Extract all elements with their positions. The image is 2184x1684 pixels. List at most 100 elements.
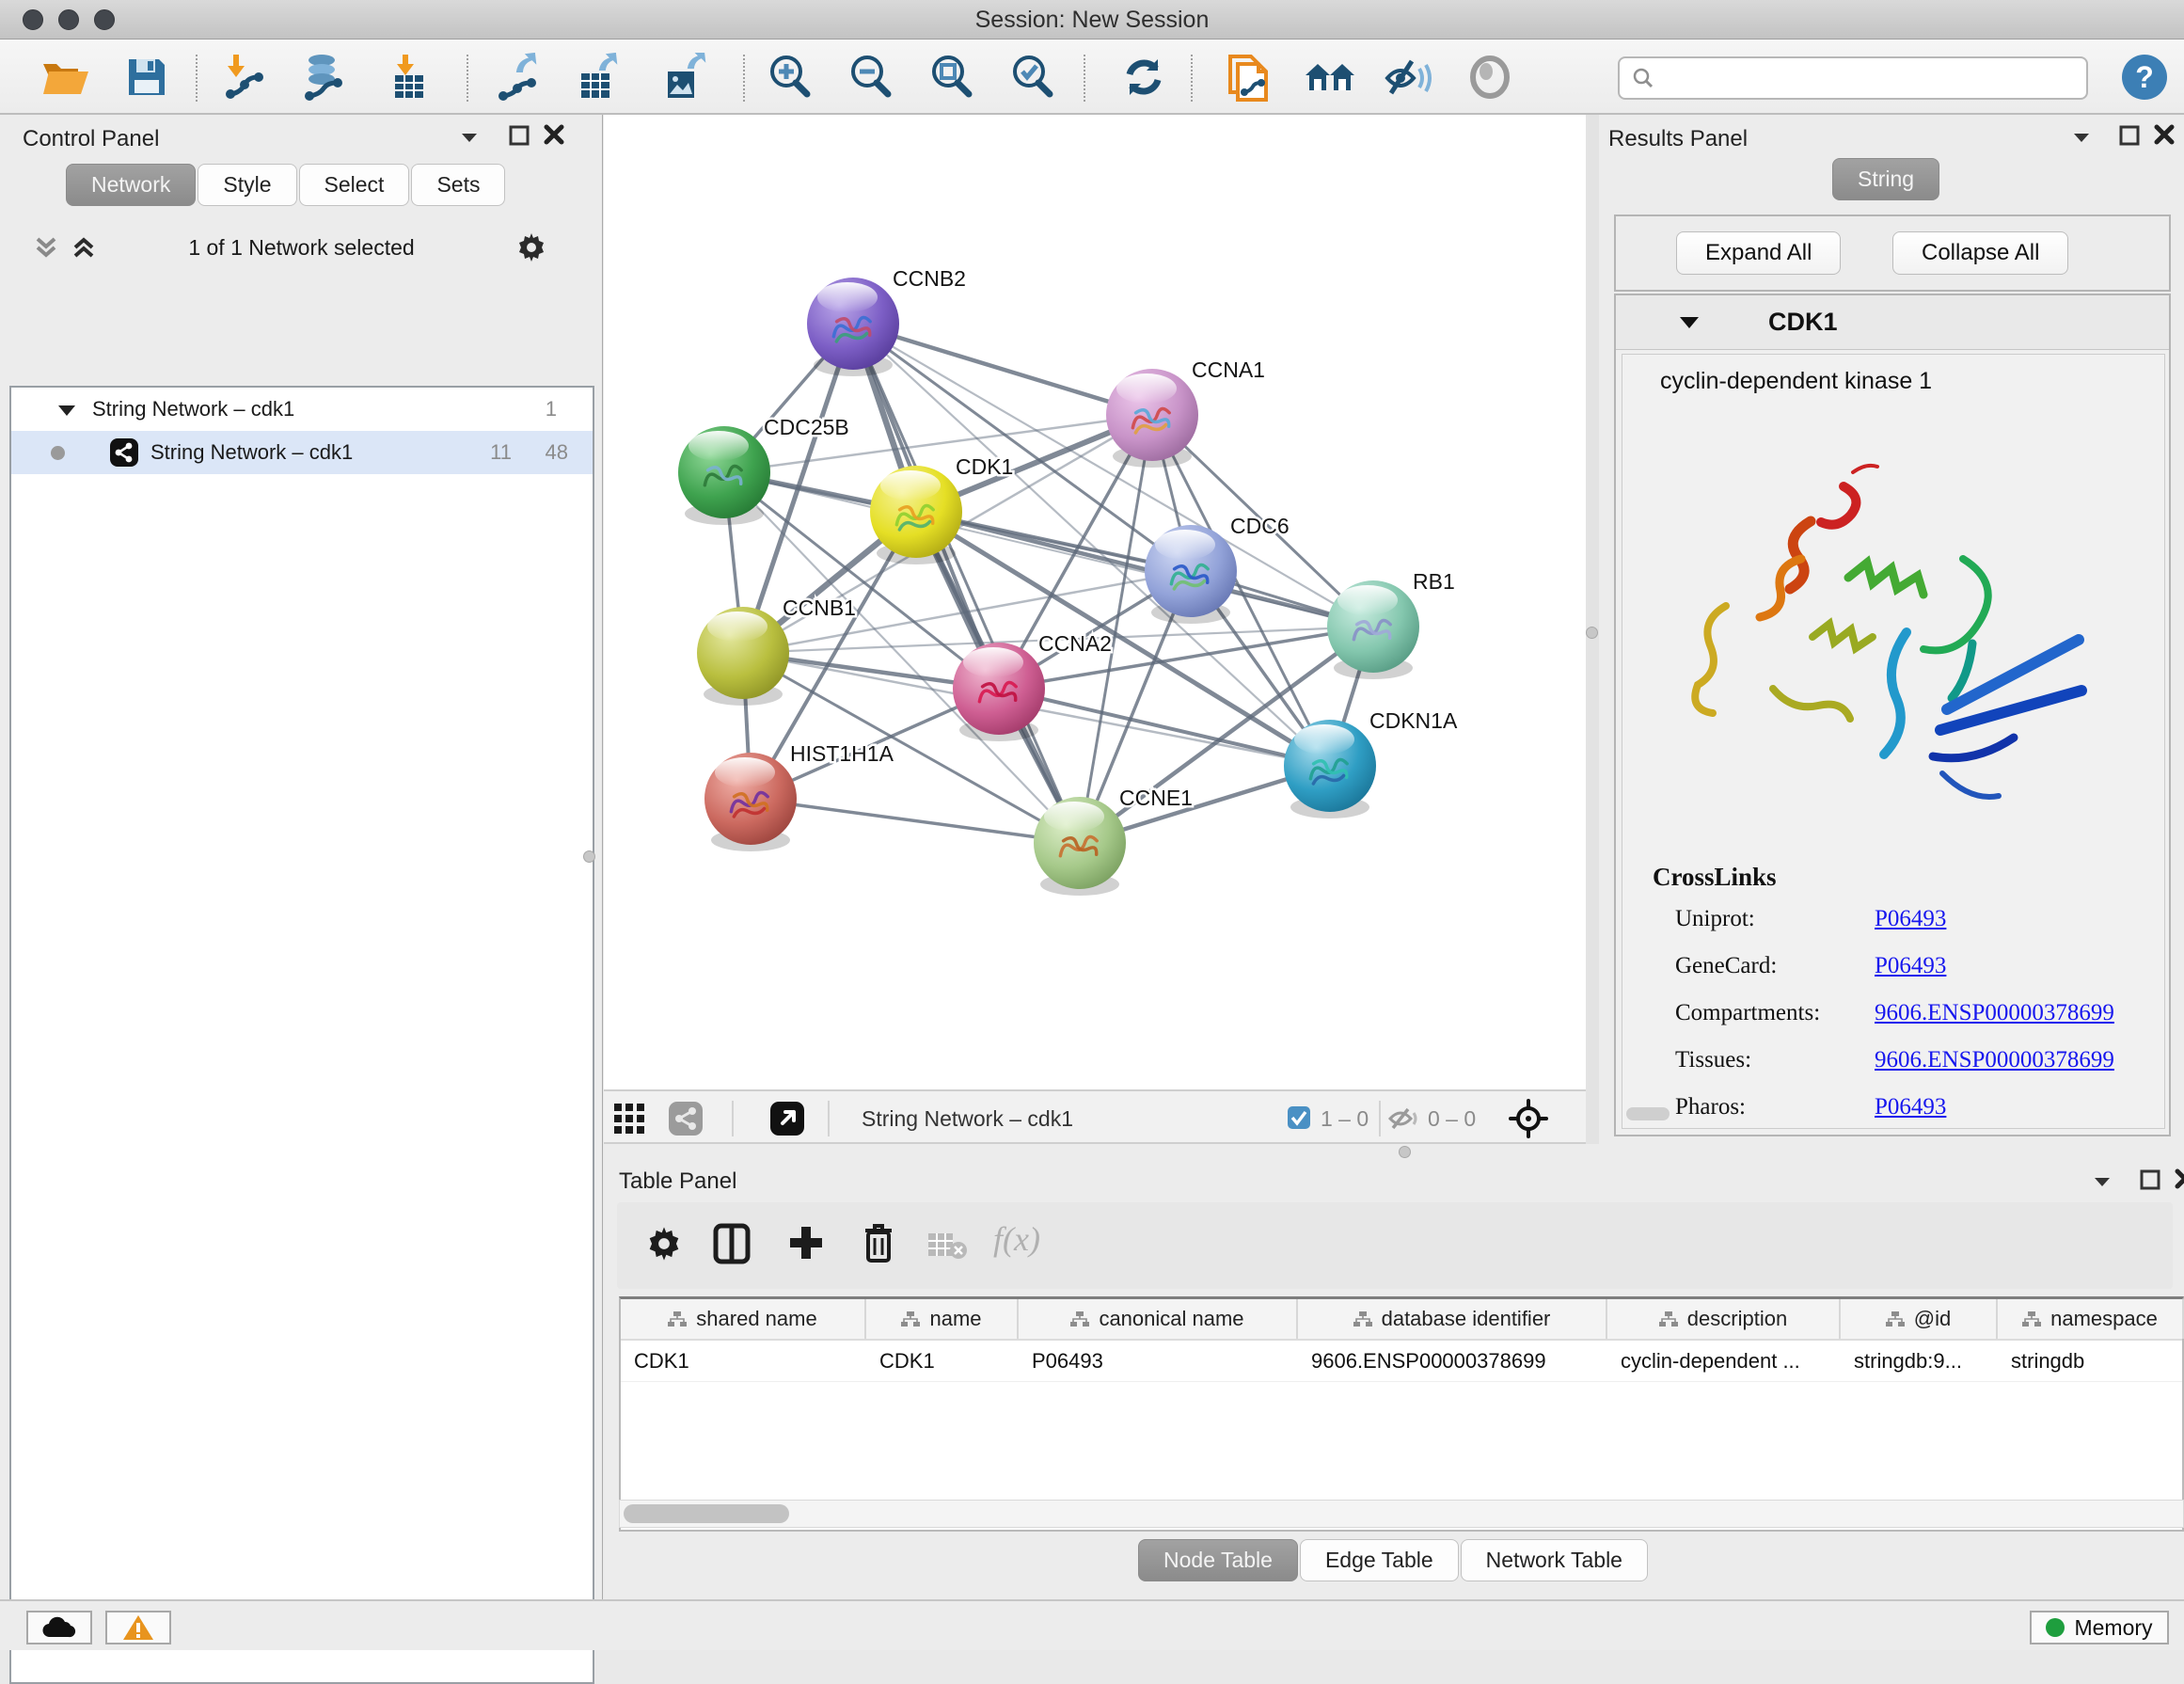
edge-CCNB2-CCNA1[interactable] [853, 324, 1152, 415]
open-session-icon[interactable] [40, 51, 92, 103]
memory-button[interactable]: Memory [2030, 1611, 2169, 1644]
control-panel-menu-icon[interactable] [457, 124, 482, 149]
home-networks-icon[interactable] [1304, 51, 1356, 103]
tab-style[interactable]: Style [198, 164, 296, 206]
network-row-selected[interactable]: String Network – cdk1 11 48 [11, 431, 593, 474]
table-row[interactable]: CDK1CDK1P064939606.ENSP00000378699cyclin… [621, 1341, 2182, 1382]
zoom-in-icon[interactable] [764, 51, 816, 103]
help-icon[interactable]: ? [2118, 51, 2171, 103]
edge-CCNA2-CDKN1A[interactable] [999, 689, 1330, 766]
control-panel-float-icon[interactable] [508, 124, 530, 147]
collection-expand-icon[interactable] [56, 403, 77, 420]
cloud-status-button[interactable] [26, 1611, 92, 1644]
warning-status-button[interactable] [105, 1611, 171, 1644]
table-hscrollbar[interactable] [619, 1500, 2184, 1528]
collapse-all-button[interactable]: Collapse All [1892, 231, 2068, 275]
node-CDKN1A[interactable]: CDKN1A [1284, 708, 1458, 818]
node-CCNB2[interactable]: CCNB2 [807, 266, 966, 376]
column-header[interactable]: @id [1841, 1299, 1998, 1339]
tab-network[interactable]: Network [66, 164, 196, 206]
column-header[interactable]: name [866, 1299, 1019, 1339]
node-card-description: cyclin-dependent kinase 1 [1660, 368, 1932, 395]
node-RB1[interactable]: RB1 [1327, 569, 1455, 679]
column-header[interactable]: shared name [621, 1299, 866, 1339]
column-header[interactable]: database identifier [1298, 1299, 1607, 1339]
import-network-database-icon[interactable] [297, 51, 350, 103]
node-CDC25B[interactable]: CDC25B [678, 415, 849, 525]
export-table-icon[interactable] [572, 51, 625, 103]
results-panel-float-icon[interactable] [2118, 124, 2141, 147]
control-panel-splitter-grip[interactable] [583, 850, 595, 863]
crosslink-link[interactable]: P06493 [1875, 953, 1946, 979]
results-panel-splitter[interactable] [1586, 115, 1599, 1159]
node-CCNA1[interactable]: CCNA1 [1106, 357, 1265, 468]
crosslink-link[interactable]: 9606.ENSP00000378699 [1875, 1000, 2114, 1026]
tab-sets[interactable]: Sets [411, 164, 505, 206]
string-network-graph[interactable]: CCNB2CCNA1CDC25BCDK1CDC6RB1CCNB1CCNA2CDK… [604, 115, 1586, 1089]
node-card-header[interactable]: CDK1 [1616, 295, 2169, 350]
refresh-icon[interactable] [1117, 51, 1170, 103]
network-view-canvas[interactable]: CCNB2CCNA1CDC25BCDK1CDC6RB1CCNB1CCNA2CDK… [604, 115, 1586, 1089]
edge-HIST1H1A-CCNE1[interactable] [751, 799, 1080, 843]
column-header[interactable]: description [1607, 1299, 1841, 1339]
import-network-file-icon[interactable] [216, 51, 269, 103]
zoom-out-icon[interactable] [845, 51, 897, 103]
table-cell[interactable]: P06493 [1019, 1341, 1298, 1381]
export-image-icon[interactable] [658, 51, 711, 103]
node-HIST1H1A[interactable]: HIST1H1A [704, 741, 894, 851]
preview-icon[interactable] [1464, 51, 1516, 103]
node-card-collapse-icon[interactable] [1678, 313, 1701, 332]
export-network-icon[interactable] [491, 51, 544, 103]
table-options-gear-icon[interactable] [645, 1225, 683, 1263]
node-CDC6[interactable]: CDC6 [1145, 514, 1290, 624]
control-panel-close-icon[interactable] [542, 122, 566, 147]
hide-unhide-icon[interactable] [1383, 51, 1435, 103]
tab-select[interactable]: Select [299, 164, 410, 206]
zoom-selected-icon[interactable] [1006, 51, 1059, 103]
crosslink-link[interactable]: P06493 [1875, 906, 1946, 932]
column-header[interactable]: canonical name [1019, 1299, 1298, 1339]
table-cell[interactable]: cyclin-dependent ... [1607, 1341, 1841, 1381]
tab-network-table[interactable]: Network Table [1461, 1539, 1648, 1581]
table-panel-menu-icon[interactable] [2090, 1168, 2114, 1193]
network-collection-row[interactable]: String Network – cdk1 1 [11, 388, 593, 431]
crosslinks-list: Uniprot:P06493GeneCard:P06493Compartment… [1675, 906, 2145, 1141]
card-hscroll-thumb[interactable] [1626, 1107, 1670, 1120]
search-input[interactable] [1655, 66, 2060, 90]
create-column-plus-icon[interactable] [786, 1223, 826, 1263]
table-hscroll-thumb[interactable] [624, 1504, 789, 1523]
splitter-grip[interactable] [1586, 627, 1598, 639]
table-cell[interactable]: stringdb:9... [1841, 1341, 1998, 1381]
zoom-fit-icon[interactable] [926, 51, 978, 103]
fit-selected-crosshair-icon[interactable] [1509, 1099, 1548, 1138]
table-cell[interactable]: 9606.ENSP00000378699 [1298, 1341, 1607, 1381]
table-cell[interactable]: stringdb [1998, 1341, 2184, 1381]
network-share-view-icon[interactable] [668, 1101, 704, 1136]
search-box[interactable] [1618, 56, 2088, 100]
birdseye-view-icon[interactable] [769, 1101, 805, 1136]
expand-all-button[interactable]: Expand All [1676, 231, 1841, 275]
tab-edge-table[interactable]: Edge Table [1300, 1539, 1459, 1581]
node-table[interactable]: shared namenamecanonical namedatabase id… [619, 1296, 2184, 1532]
save-session-icon[interactable] [120, 51, 173, 103]
column-header[interactable]: namespace [1998, 1299, 2184, 1339]
results-panel-menu-icon[interactable] [2069, 124, 2094, 149]
grid-mode-icon[interactable] [613, 1103, 645, 1135]
crosslink-link[interactable]: 9606.ENSP00000378699 [1875, 1047, 2114, 1073]
results-panel-close-icon[interactable] [2152, 122, 2176, 147]
tab-node-table[interactable]: Node Table [1138, 1539, 1298, 1581]
delete-column-trash-icon[interactable] [860, 1221, 897, 1264]
splitter-grip[interactable] [1399, 1146, 1411, 1158]
table-cell[interactable]: CDK1 [621, 1341, 866, 1381]
crosslink-link[interactable]: P06493 [1875, 1094, 1946, 1120]
table-panel-close-icon[interactable] [2173, 1167, 2184, 1191]
tab-string[interactable]: String [1832, 158, 1939, 200]
hidden-eye-icon [1388, 1105, 1420, 1132]
network-panel-options-gear-icon[interactable] [515, 231, 547, 263]
import-table-file-icon[interactable] [384, 51, 436, 103]
table-cell[interactable]: CDK1 [866, 1341, 1019, 1381]
table-panel-float-icon[interactable] [2139, 1168, 2161, 1191]
node-CCNB1[interactable]: CCNB1 [697, 596, 856, 706]
manage-protocols-icon[interactable] [1223, 51, 1275, 103]
show-columns-icon[interactable] [713, 1223, 751, 1264]
